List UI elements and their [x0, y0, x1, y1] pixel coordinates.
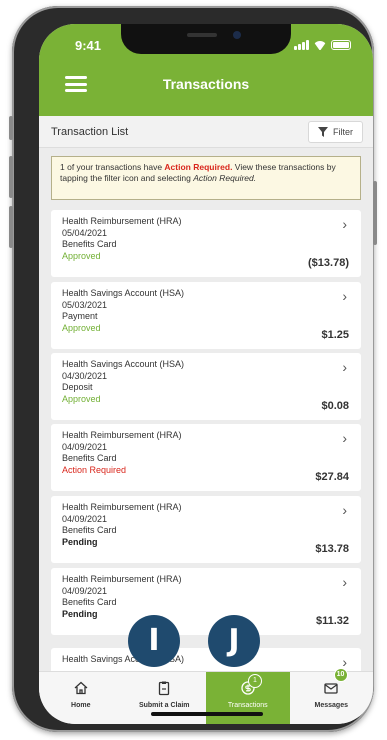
transaction-status: Approved: [62, 322, 101, 333]
chevron-right-icon: ›: [342, 430, 347, 446]
transactions-content[interactable]: Transaction List Filter 1 of your transa…: [39, 116, 373, 671]
transaction-type: Benefits Card: [62, 239, 117, 249]
page-title: Transactions: [162, 76, 250, 92]
transaction-amount: ($13.78): [308, 257, 349, 269]
tab-messages[interactable]: 10 Messages: [290, 668, 374, 724]
front-camera: [233, 31, 241, 39]
list-header: Transaction List Filter: [39, 116, 373, 148]
tab-label: Home: [71, 702, 91, 709]
power-button: [373, 181, 377, 245]
chevron-right-icon: ›: [342, 359, 347, 375]
transaction-status: Pending: [62, 608, 98, 619]
transaction-status: Approved: [62, 250, 101, 261]
chevron-right-icon: ›: [342, 288, 347, 304]
transaction-account: Health Reimbursement (HRA): [62, 430, 182, 440]
transaction-status: Approved: [62, 393, 101, 404]
tab-label: Transactions: [227, 702, 268, 709]
signal-icon: [294, 40, 309, 50]
transaction-card[interactable]: Health Reimbursement (HRA) 04/09/2021 Be…: [51, 496, 361, 563]
filter-button[interactable]: Filter: [308, 121, 363, 143]
transaction-type: Benefits Card: [62, 597, 117, 607]
status-icons: [294, 40, 351, 50]
transaction-amount: $0.08: [321, 400, 349, 412]
tab-transactions[interactable]: 1 Transactions: [206, 672, 290, 724]
alert-text: 1 of your transactions have: [60, 162, 165, 172]
transaction-status: Action Required: [62, 464, 127, 475]
tab-label: Messages: [314, 702, 348, 709]
transaction-date: 04/30/2021: [62, 370, 108, 381]
tab-home[interactable]: Home: [39, 672, 123, 724]
transactions-badge: 1: [248, 674, 262, 688]
transaction-account: Health Savings Account (HSA): [62, 359, 185, 369]
home-icon: [74, 681, 88, 695]
volume-down-button: [9, 206, 13, 248]
transaction-amount: $1.25: [321, 329, 349, 341]
messages-badge: 10: [333, 668, 348, 682]
volume-up-button: [9, 156, 13, 198]
wifi-icon: [314, 41, 326, 50]
list-title: Transaction List: [51, 126, 129, 138]
transaction-type: Deposit: [62, 382, 93, 392]
transaction-account: Health Reimbursement (HRA): [62, 216, 182, 226]
app-header: 9:41 Transactions: [39, 24, 373, 116]
chevron-right-icon: ›: [342, 216, 347, 232]
transaction-type: Payment: [62, 311, 98, 321]
transaction-amount: $11.32: [315, 615, 349, 627]
transaction-date: 04/09/2021: [62, 585, 108, 596]
speaker-grille: [187, 33, 217, 37]
transaction-account: Health Savings Account (HSA): [62, 288, 185, 298]
bottom-tab-bar: Home Submit a Claim 1 Transactions 10 Me…: [39, 668, 374, 724]
transaction-type: Benefits Card: [62, 453, 117, 463]
transaction-type: Benefits Card: [62, 525, 117, 535]
transaction-status: Pending: [62, 536, 98, 547]
tab-submit-claim[interactable]: Submit a Claim: [123, 672, 207, 724]
filter-label: Filter: [333, 127, 353, 137]
phone-frame: 9:41 Transactions Transaction List Filte…: [9, 6, 377, 732]
mute-switch: [9, 116, 13, 140]
transaction-card[interactable]: Health Reimbursement (HRA) 04/09/2021 Be…: [51, 424, 361, 491]
clipboard-icon: [159, 681, 170, 696]
envelope-icon: [324, 683, 338, 694]
action-required-alert: 1 of your transactions have Action Requi…: [51, 156, 361, 200]
notch: [121, 24, 291, 54]
battery-icon: [331, 40, 351, 50]
alert-italic: Action Required.: [193, 173, 257, 183]
transaction-card[interactable]: Health Reimbursement (HRA) 04/09/2021 Be…: [51, 568, 361, 635]
transaction-account: Health Reimbursement (HRA): [62, 574, 182, 584]
marker-i: I: [128, 615, 180, 667]
chevron-right-icon: ›: [342, 574, 347, 590]
chevron-right-icon: ›: [342, 502, 347, 518]
tab-label: Submit a Claim: [138, 702, 190, 709]
app-screen: 9:41 Transactions Transaction List Filte…: [39, 24, 373, 724]
alert-highlight: Action Required.: [164, 162, 233, 172]
transaction-account: Health Reimbursement (HRA): [62, 502, 182, 512]
transaction-card[interactable]: Health Savings Account (HSA) 05/03/2021 …: [51, 282, 361, 349]
home-indicator: [151, 712, 263, 716]
transaction-card[interactable]: Health Savings Account (HSA) 04/30/2021 …: [51, 353, 361, 420]
transaction-date: 05/03/2021: [62, 299, 108, 310]
transaction-amount: $27.84: [315, 471, 349, 483]
transaction-date: 04/09/2021: [62, 441, 108, 452]
status-time: 9:41: [75, 38, 102, 53]
transaction-account: Health Savings Account (HSA): [62, 654, 185, 664]
transaction-date: 04/09/2021: [62, 513, 108, 524]
transaction-amount: $13.78: [315, 543, 349, 555]
filter-icon: [318, 127, 328, 137]
transaction-card[interactable]: Health Reimbursement (HRA) 05/04/2021 Be…: [51, 210, 361, 277]
transaction-card[interactable]: Health Savings Account (HSA) ›: [51, 648, 361, 671]
marker-j: J: [208, 615, 260, 667]
transaction-date: 05/04/2021: [62, 227, 108, 238]
